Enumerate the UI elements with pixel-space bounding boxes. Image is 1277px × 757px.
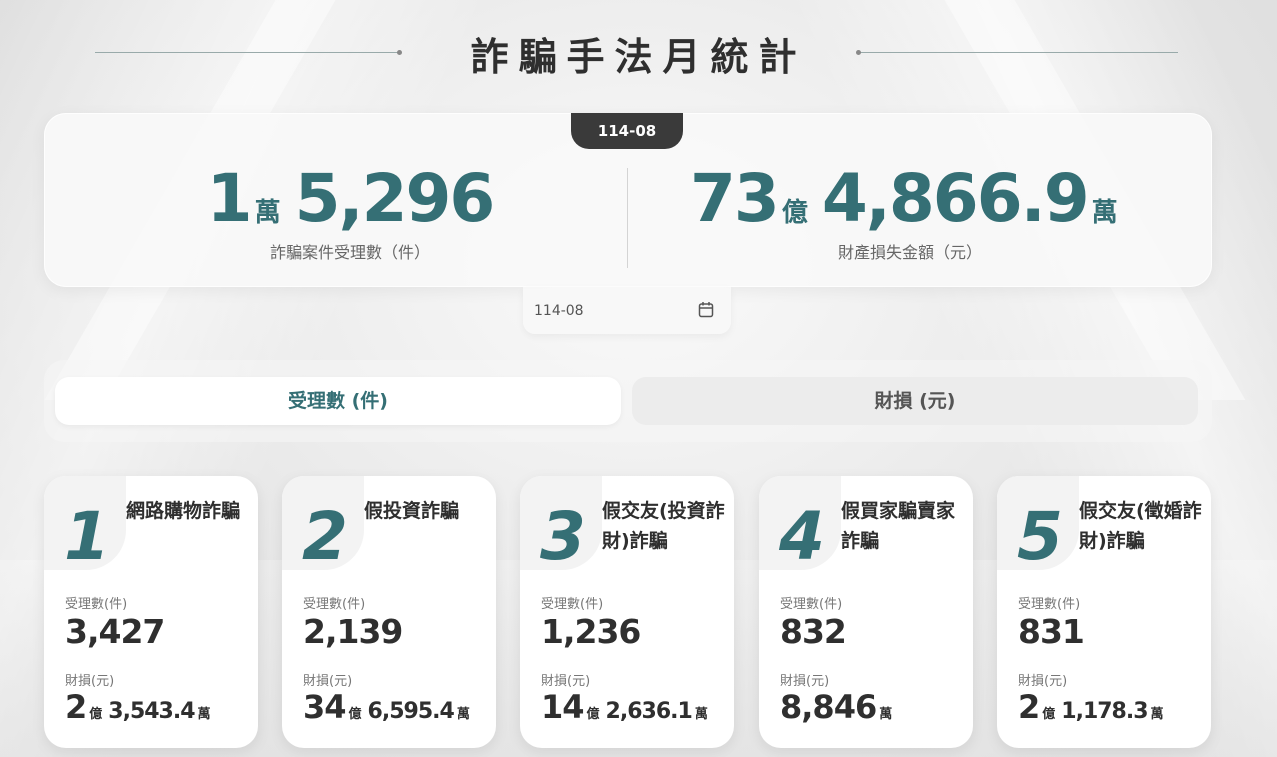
fraud-card[interactable]: 5 假交友(徵婚詐財)詐騙 受理數(件) 831 財損(元) 2 億 1,178.3… — [997, 476, 1211, 748]
loss-major: 2 — [1018, 688, 1040, 726]
cases-minor: 5,296 — [294, 160, 496, 237]
fraud-card[interactable]: 1 網路購物詐騙 受理數(件) 3,427 財損(元) 2 億 3,543.4 萬 — [44, 476, 258, 748]
fraud-card[interactable]: 2 假投資詐騙 受理數(件) 2,139 財損(元) 34 億 6,595.4 萬 — [282, 476, 496, 748]
rank-number: 3 — [540, 498, 586, 575]
fraud-type-name: 假交友(投資詐財)詐騙 — [602, 500, 725, 552]
fraud-type-name: 假投資詐騙 — [364, 500, 460, 522]
loss-major-unit: 億 — [348, 707, 362, 722]
count-label: 受理數(件) — [780, 597, 843, 612]
rank-number: 5 — [1017, 498, 1063, 575]
count-label: 受理數(件) — [541, 597, 604, 612]
loss-major-unit: 億 — [1042, 707, 1056, 722]
count-value: 2,139 — [303, 612, 403, 651]
tab-cases[interactable]: 受理數 (件) — [55, 377, 621, 425]
loss-major: 73 — [690, 160, 780, 237]
loss-minor-unit: 萬 — [694, 707, 708, 722]
cases-total: 1 萬 5,296 — [150, 160, 550, 237]
tab-loss[interactable]: 財損 (元) — [632, 377, 1198, 425]
loss-minor: 4,866.9 — [821, 160, 1090, 237]
rank-number: 4 — [779, 498, 825, 575]
loss-minor: 3,543.4 — [108, 699, 195, 724]
loss-major: 2 — [65, 688, 87, 726]
loss-minor: 1,178.3 — [1061, 699, 1148, 724]
loss-label: 財損(元) — [1018, 674, 1068, 689]
period-badge: 114-08 — [571, 113, 683, 149]
cases-major: 1 — [206, 160, 253, 237]
loss-major-unit: 億 — [586, 707, 600, 722]
loss-minor-unit: 萬 — [1091, 198, 1118, 228]
loss-minor-unit: 萬 — [1150, 707, 1164, 722]
fraud-type-name: 網路購物詐騙 — [126, 500, 241, 522]
loss-minor-unit: 萬 — [197, 707, 211, 722]
fraud-card[interactable]: 3 假交友(投資詐財)詐騙 受理數(件) 1,236 財損(元) 14 億 2,63… — [520, 476, 734, 748]
loss-major-unit: 億 — [781, 198, 808, 228]
loss-major-unit: 萬 — [879, 707, 893, 722]
summary-divider — [627, 168, 628, 268]
loss-value: 2 億 1,178.3 萬 — [1018, 688, 1170, 726]
loss-minor-unit: 萬 — [456, 707, 470, 722]
count-value: 1,236 — [541, 612, 641, 651]
page-title: 詐騙手法月統計 — [470, 35, 807, 79]
count-value: 3,427 — [65, 612, 165, 651]
loss-minor: 2,636.1 — [605, 699, 693, 724]
rank-number: 1 — [64, 498, 110, 575]
loss-label: 財產損失金額（元） — [837, 243, 982, 262]
calendar-icon[interactable] — [698, 301, 714, 318]
loss-stat: 73 億 4,866.9 萬 財產損失金額（元） — [690, 160, 1130, 263]
rank-number: 2 — [302, 498, 348, 575]
cases-label: 詐騙案件受理數（件） — [269, 243, 430, 262]
month-picker[interactable]: 114-08 — [523, 287, 731, 334]
loss-value: 14 億 2,636.1 萬 — [541, 688, 714, 726]
loss-label: 財損(元) — [780, 674, 830, 689]
loss-major: 34 — [303, 688, 347, 726]
loss-value: 8,846 萬 — [780, 688, 907, 726]
loss-value: 2 億 3,543.4 萬 — [65, 688, 217, 726]
loss-label: 財損(元) — [541, 674, 591, 689]
loss-major-unit: 億 — [89, 707, 103, 722]
count-label: 受理數(件) — [1018, 597, 1081, 612]
loss-label: 財損(元) — [303, 674, 353, 689]
loss-minor: 6,595.4 — [367, 699, 455, 724]
loss-major: 14 — [541, 688, 585, 726]
fraud-type-name: 假交友(徵婚詐財)詐騙 — [1079, 500, 1202, 552]
loss-major: 8,846 — [780, 688, 877, 726]
loss-total: 73 億 4,866.9 萬 — [690, 160, 1130, 237]
title-row: 詐騙手法月統計 — [0, 22, 1277, 82]
cases-major-unit: 萬 — [254, 198, 281, 228]
loss-label: 財損(元) — [65, 674, 115, 689]
cases-stat: 1 萬 5,296 詐騙案件受理數（件） — [150, 160, 550, 263]
count-label: 受理數(件) — [303, 597, 366, 612]
count-value: 832 — [780, 612, 847, 651]
month-picker-value: 114-08 — [534, 303, 584, 319]
title-decoration-line — [856, 50, 1178, 55]
count-label: 受理數(件) — [65, 597, 128, 612]
fraud-card[interactable]: 4 假買家騙賣家詐騙 受理數(件) 832 財損(元) 8,846 萬 — [759, 476, 973, 748]
fraud-type-name: 假買家騙賣家詐騙 — [841, 500, 956, 552]
count-value: 831 — [1018, 612, 1085, 651]
loss-value: 34 億 6,595.4 萬 — [303, 688, 476, 726]
